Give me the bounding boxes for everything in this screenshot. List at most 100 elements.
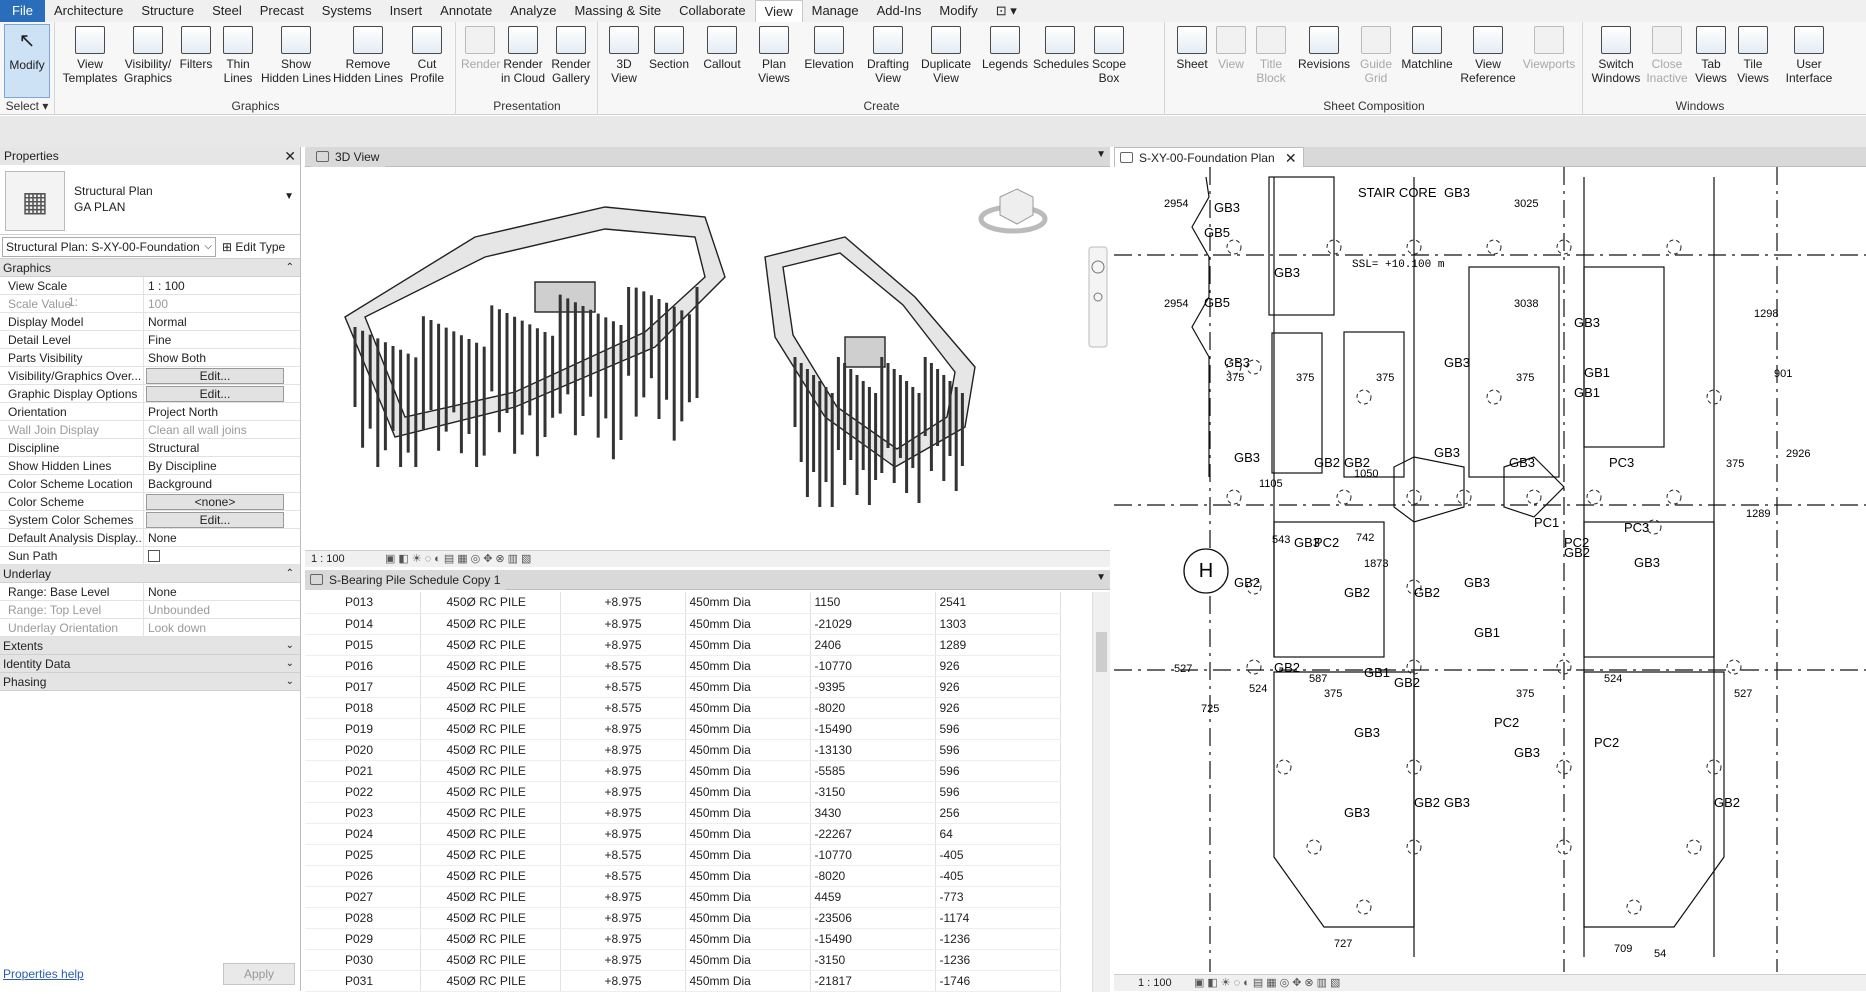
table-cell[interactable]: +8.975	[560, 718, 686, 740]
create-plan-views-button[interactable]: Plan Views	[751, 24, 797, 85]
graphics-remove-hidden-lines-button[interactable]: Remove Hidden Lines	[332, 24, 404, 85]
graphics-filters-button[interactable]: Filters	[176, 24, 216, 71]
property-value[interactable]: Show Both	[144, 349, 300, 366]
table-cell[interactable]: 450mm Dia	[685, 928, 811, 950]
table-cell[interactable]: 450Ø RC PILE	[420, 844, 561, 866]
apply-button[interactable]: Apply	[223, 963, 295, 985]
table-cell[interactable]: -5585	[810, 760, 936, 782]
group-graphics[interactable]: Graphics ⌃	[0, 259, 300, 277]
menu-annotate[interactable]: Annotate	[431, 0, 501, 22]
table-cell[interactable]: -10770	[810, 844, 936, 866]
table-cell[interactable]: -3150	[810, 781, 936, 803]
table-cell[interactable]: 1150	[810, 592, 936, 614]
graphics-view-templates-button[interactable]: View Templates	[60, 24, 120, 85]
table-cell[interactable]: P025	[305, 844, 421, 866]
table-cell[interactable]: 450mm Dia	[685, 718, 811, 740]
table-cell[interactable]: P028	[305, 907, 421, 929]
table-cell[interactable]: 450mm Dia	[685, 886, 811, 908]
table-row[interactable]: P023 450Ø RC PILE +8.975 450mm Dia 3430 256	[305, 802, 1061, 824]
menu-precast[interactable]: Precast	[251, 0, 313, 22]
table-cell[interactable]: -15490	[810, 928, 936, 950]
create-duplicate-view-button[interactable]: Duplicate View	[915, 24, 977, 85]
table-cell[interactable]: +8.975	[560, 928, 686, 950]
property-row-graphic-display-options[interactable]: Graphic Display Options Edit...	[0, 385, 300, 403]
table-cell[interactable]: 450mm Dia	[685, 655, 811, 677]
table-cell[interactable]: -3150	[810, 949, 936, 971]
table-cell[interactable]: 450Ø RC PILE	[420, 970, 561, 992]
table-row[interactable]: P028 450Ø RC PILE +8.975 450mm Dia -23506 -11…	[305, 907, 1061, 929]
create-schedules-button[interactable]: Schedules	[1033, 24, 1089, 71]
table-cell[interactable]: +8.975	[560, 760, 686, 782]
table-cell[interactable]: P026	[305, 865, 421, 887]
group-extents[interactable]: Extents ⌄	[0, 637, 300, 655]
model-3d-canvas[interactable]	[305, 167, 1110, 550]
windows-user-interface-button[interactable]: User Interface	[1774, 24, 1844, 85]
instance-select[interactable]: Structural Plan: S-XY-00-Foundation ⌵	[2, 237, 216, 257]
create-callout-button[interactable]: Callout	[693, 24, 751, 71]
table-row[interactable]: P013 450Ø RC PILE +8.975 450mm Dia 1150 2541	[305, 592, 1061, 614]
create-3d-view-button[interactable]: 3D View	[603, 24, 645, 85]
table-row[interactable]: P031 450Ø RC PILE +8.975 450mm Dia -21817 -17…	[305, 970, 1061, 992]
table-cell[interactable]: -1236	[935, 928, 1061, 950]
table-row[interactable]: P018 450Ø RC PILE +8.575 450mm Dia -8020 926	[305, 697, 1061, 719]
property-row-detail-level[interactable]: Detail Level Fine	[0, 331, 300, 349]
view-3d[interactable]: 3D View ▼ 1 : 100 ▣◧☀◌◐▤▦◎✥⊗▥▧	[305, 147, 1110, 567]
table-cell[interactable]: 450mm Dia	[685, 823, 811, 845]
table-cell[interactable]: 1303	[935, 613, 1061, 635]
property-value[interactable]: 1 : 100	[144, 277, 300, 294]
property-row-wall-join-display[interactable]: Wall Join Display Clean all wall joins	[0, 421, 300, 439]
table-cell[interactable]: +8.975	[560, 907, 686, 929]
table-cell[interactable]: 450mm Dia	[685, 781, 811, 803]
table-cell[interactable]: -1174	[935, 907, 1061, 929]
table-row[interactable]: P024 450Ø RC PILE +8.975 450mm Dia -22267 64	[305, 823, 1061, 845]
graphics-visibility-graphics-button[interactable]: Visibility/Graphics	[120, 24, 176, 85]
table-row[interactable]: P016 450Ø RC PILE +8.575 450mm Dia -10770 926	[305, 655, 1061, 677]
table-row[interactable]: P021 450Ø RC PILE +8.975 450mm Dia -5585 596	[305, 760, 1061, 782]
close-icon[interactable]: ✕	[284, 147, 296, 165]
table-cell[interactable]: -21029	[810, 613, 936, 635]
property-row-range-base-level[interactable]: Range: Base Level None	[0, 583, 300, 601]
windows-close-inactive-button[interactable]: Close Inactive	[1644, 24, 1690, 85]
table-cell[interactable]: -1746	[935, 970, 1061, 992]
table-cell[interactable]: 450mm Dia	[685, 634, 811, 656]
property-row-visibility-graphics-over[interactable]: Visibility/Graphics Over... Edit...	[0, 367, 300, 385]
create-elevation-button[interactable]: Elevation	[797, 24, 861, 71]
table-cell[interactable]: 450Ø RC PILE	[420, 760, 561, 782]
create-legends-button[interactable]: Legends	[977, 24, 1033, 71]
table-cell[interactable]: 926	[935, 655, 1061, 677]
table-cell[interactable]: +8.975	[560, 739, 686, 761]
property-row-orientation[interactable]: Orientation Project North	[0, 403, 300, 421]
chevron-down-icon[interactable]: ▼	[284, 191, 294, 202]
table-cell[interactable]: 450Ø RC PILE	[420, 697, 561, 719]
menu-insert[interactable]: Insert	[381, 0, 432, 22]
table-cell[interactable]: -405	[935, 865, 1061, 887]
properties-help-link[interactable]: Properties help	[3, 967, 84, 981]
table-row[interactable]: P020 450Ø RC PILE +8.975 450mm Dia -13130 596	[305, 739, 1061, 761]
table-cell[interactable]: P030	[305, 949, 421, 971]
table-cell[interactable]: 256	[935, 802, 1061, 824]
viewcube[interactable]	[978, 188, 1048, 234]
table-cell[interactable]: +8.975	[560, 592, 686, 614]
property-row-system-color-schemes[interactable]: System Color Schemes Edit...	[0, 511, 300, 529]
property-edit-button[interactable]: Edit...	[146, 512, 284, 528]
table-cell[interactable]: -15490	[810, 718, 936, 740]
plan-view[interactable]: S-XY-00-Foundation Plan ✕ H STAIR CORE S…	[1114, 147, 1866, 991]
property-value[interactable]	[144, 547, 300, 564]
table-cell[interactable]: 450Ø RC PILE	[420, 739, 561, 761]
table-cell[interactable]: 450Ø RC PILE	[420, 613, 561, 635]
table-cell[interactable]: 4459	[810, 886, 936, 908]
property-edit-button[interactable]: Edit...	[146, 386, 284, 402]
table-cell[interactable]: 450Ø RC PILE	[420, 592, 561, 614]
table-cell[interactable]: P018	[305, 697, 421, 719]
property-row-underlay-orientation[interactable]: Underlay Orientation Look down	[0, 619, 300, 637]
table-row[interactable]: P025 450Ø RC PILE +8.575 450mm Dia -10770 -40…	[305, 844, 1061, 866]
table-cell[interactable]: -405	[935, 844, 1061, 866]
table-cell[interactable]: +8.975	[560, 823, 686, 845]
table-cell[interactable]: 596	[935, 781, 1061, 803]
menu-analyze[interactable]: Analyze	[501, 0, 565, 22]
table-cell[interactable]: 450mm Dia	[685, 760, 811, 782]
table-cell[interactable]: P015	[305, 634, 421, 656]
table-cell[interactable]: -22267	[810, 823, 936, 845]
table-cell[interactable]: P013	[305, 592, 421, 614]
table-cell[interactable]: +8.575	[560, 844, 686, 866]
